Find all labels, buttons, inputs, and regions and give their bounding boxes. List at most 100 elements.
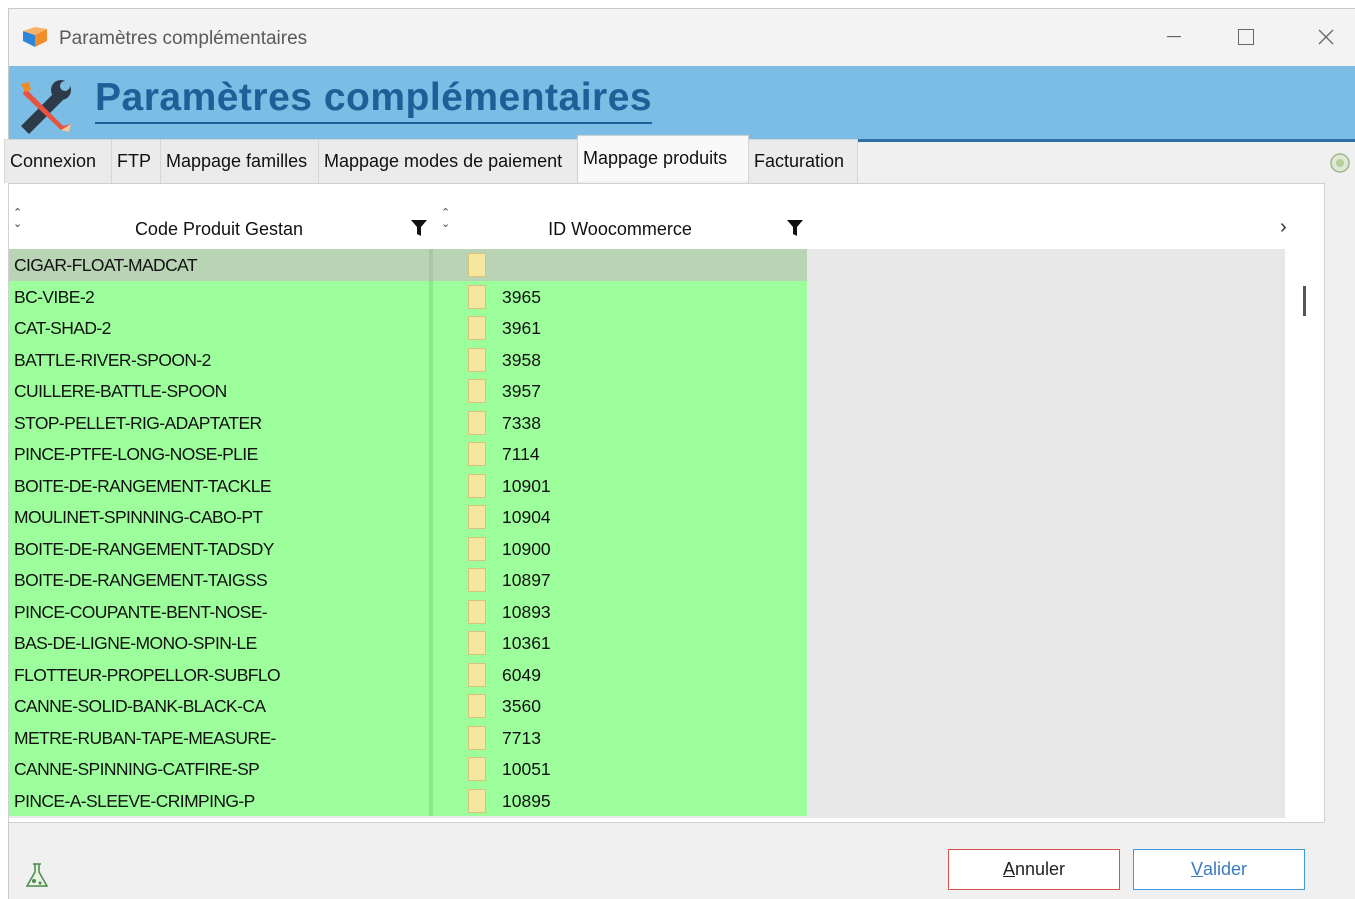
table-row[interactable]: BATTLE-RIVER-SPOON-2 3958 <box>9 343 807 375</box>
cancel-label: nnuler <box>1014 859 1066 879</box>
lookup-icon[interactable] <box>468 253 486 277</box>
table-row[interactable]: BC-VIBE-2 3965 <box>9 280 807 312</box>
cell-id[interactable]: 10904 <box>502 507 551 528</box>
table-row[interactable]: PINCE-PTFE-LONG-NOSE-PLIE 7114 <box>9 438 807 470</box>
maximize-button[interactable] <box>1223 19 1269 55</box>
lookup-icon[interactable] <box>468 473 486 498</box>
validate-button[interactable]: Valider <box>1133 849 1305 890</box>
lookup-icon[interactable] <box>468 410 486 435</box>
table-row[interactable]: CAT-SHAD-2 3961 <box>9 312 807 344</box>
lookup-icon[interactable] <box>468 568 486 592</box>
lookup-icon[interactable] <box>468 788 486 813</box>
product-mapping-grid[interactable]: ⌃ ⌄ Code Produit Gestan ⌃ ⌄ ID Woocommerce… <box>9 205 1285 818</box>
lookup-icon[interactable] <box>468 536 486 561</box>
cell-code: BOITE-DE-RANGEMENT-TACKLE <box>14 475 272 496</box>
cell-id[interactable]: 7713 <box>502 728 541 749</box>
tab-mappage-produits[interactable]: Mappage produits <box>577 135 749 181</box>
column-header-code[interactable]: ⌃ ⌄ Code Produit Gestan <box>9 205 429 249</box>
column-divider <box>429 312 433 344</box>
cell-id[interactable]: 10361 <box>502 633 551 654</box>
cell-code: CANNE-SPINNING-CATFIRE-SP <box>14 759 260 779</box>
column-header-id[interactable]: ⌃ ⌄ ID Woocommerce <box>433 205 807 249</box>
table-row[interactable]: CUILLERE-BATTLE-SPOON 3957 <box>9 375 807 407</box>
close-button[interactable] <box>1303 19 1349 55</box>
banner-title: Paramètres complémentaires <box>95 76 653 124</box>
lookup-icon[interactable] <box>468 347 486 372</box>
cell-id[interactable]: 10897 <box>502 570 551 591</box>
cell-id[interactable]: 3965 <box>502 287 541 308</box>
lookup-icon[interactable] <box>468 631 486 655</box>
cell-code: CANNE-SOLID-BANK-BLACK-CA <box>14 696 266 716</box>
table-row[interactable]: MOULINET-SPINNING-CABO-PT 10904 <box>9 501 807 533</box>
cell-id[interactable]: 10900 <box>502 539 551 560</box>
table-row[interactable]: BOITE-DE-RANGEMENT-TAIGSS 10897 <box>9 564 807 596</box>
lookup-icon[interactable] <box>468 662 486 687</box>
lookup-icon[interactable] <box>468 316 486 340</box>
table-row[interactable]: PINCE-A-SLEEVE-CRIMPING-P 10895 <box>9 784 807 816</box>
validate-label: alider <box>1202 859 1248 879</box>
cell-id[interactable]: 10051 <box>502 759 551 780</box>
lookup-icon[interactable] <box>468 284 486 309</box>
cell-code: MOULINET-SPINNING-CABO-PT <box>14 507 263 527</box>
column-label-id: ID Woocommerce <box>548 219 692 239</box>
cell-code: BOITE-DE-RANGEMENT-TAIGSS <box>14 570 268 590</box>
cell-code: PINCE-PTFE-LONG-NOSE-PLIE <box>14 444 258 464</box>
column-divider <box>429 690 433 722</box>
cell-id[interactable]: 3957 <box>502 381 541 402</box>
cell-code: FLOTTEUR-PROPELLOR-SUBFLO <box>14 664 281 685</box>
scroll-right-icon[interactable]: › <box>1280 216 1287 239</box>
cell-code: METRE-RUBAN-TAPE-MEASURE- <box>14 727 276 748</box>
column-divider <box>429 280 433 312</box>
table-row[interactable]: BAS-DE-LIGNE-MONO-SPIN-LE 10361 <box>9 627 807 659</box>
settings-gear-icon[interactable] <box>1329 152 1351 174</box>
minimize-button[interactable] <box>1151 19 1197 55</box>
filter-icon[interactable] <box>411 219 427 237</box>
table-row[interactable]: BOITE-DE-RANGEMENT-TACKLE 10901 <box>9 469 807 501</box>
cell-code: CAT-SHAD-2 <box>14 318 111 338</box>
vertical-scrollbar[interactable] <box>1290 255 1312 820</box>
lookup-icon[interactable] <box>468 442 486 466</box>
table-row[interactable]: CANNE-SPINNING-CATFIRE-SP 10051 <box>9 753 807 785</box>
cell-code: PINCE-A-SLEEVE-CRIMPING-P <box>14 790 255 811</box>
cell-id[interactable]: 10893 <box>502 602 551 623</box>
column-divider <box>429 721 433 753</box>
tab-facturation[interactable]: Facturation <box>748 139 858 183</box>
column-divider <box>429 532 433 564</box>
table-row[interactable]: PINCE-COUPANTE-BENT-NOSE- 10893 <box>9 595 807 627</box>
column-divider <box>429 375 433 407</box>
column-divider <box>429 501 433 533</box>
cell-id[interactable]: 10895 <box>502 791 551 812</box>
column-divider <box>429 784 433 816</box>
lookup-icon[interactable] <box>468 505 486 529</box>
lookup-icon[interactable] <box>468 725 486 750</box>
column-divider <box>429 438 433 470</box>
cell-id[interactable]: 3560 <box>502 696 541 717</box>
tab-ftp[interactable]: FTP <box>111 139 161 183</box>
table-row[interactable]: CANNE-SOLID-BANK-BLACK-CA 3560 <box>9 690 807 722</box>
cancel-button[interactable]: Annuler <box>948 849 1120 890</box>
flask-icon[interactable] <box>24 862 50 890</box>
cell-id[interactable]: 3961 <box>502 318 541 339</box>
table-row[interactable]: METRE-RUBAN-TAPE-MEASURE- 7713 <box>9 721 807 753</box>
tab-mappage-modes-paiement[interactable]: Mappage modes de paiement <box>318 139 578 183</box>
lookup-icon[interactable] <box>468 757 486 781</box>
cell-id[interactable]: 6049 <box>502 665 541 686</box>
column-divider <box>429 564 433 596</box>
cell-id[interactable]: 3958 <box>502 350 541 371</box>
tab-mappage-familles[interactable]: Mappage familles <box>160 139 319 183</box>
table-row[interactable]: FLOTTEUR-PROPELLOR-SUBFLO 6049 <box>9 658 807 690</box>
filter-icon[interactable] <box>787 219 803 237</box>
cell-code: BOITE-DE-RANGEMENT-TADSDY <box>14 538 274 559</box>
lookup-icon[interactable] <box>468 694 486 718</box>
cell-id[interactable]: 10901 <box>502 476 551 497</box>
table-row[interactable]: STOP-PELLET-RIG-ADAPTATER 7338 <box>9 406 807 438</box>
table-row[interactable]: CIGAR-FLOAT-MADCAT <box>9 249 807 281</box>
table-row[interactable]: BOITE-DE-RANGEMENT-TADSDY 10900 <box>9 532 807 564</box>
tab-connexion[interactable]: Connexion <box>4 139 112 183</box>
column-divider <box>429 249 433 281</box>
scrollbar-thumb[interactable] <box>1303 286 1306 316</box>
lookup-icon[interactable] <box>468 379 486 403</box>
cell-id[interactable]: 7338 <box>502 413 541 434</box>
lookup-icon[interactable] <box>468 599 486 624</box>
cell-id[interactable]: 7114 <box>502 444 540 465</box>
